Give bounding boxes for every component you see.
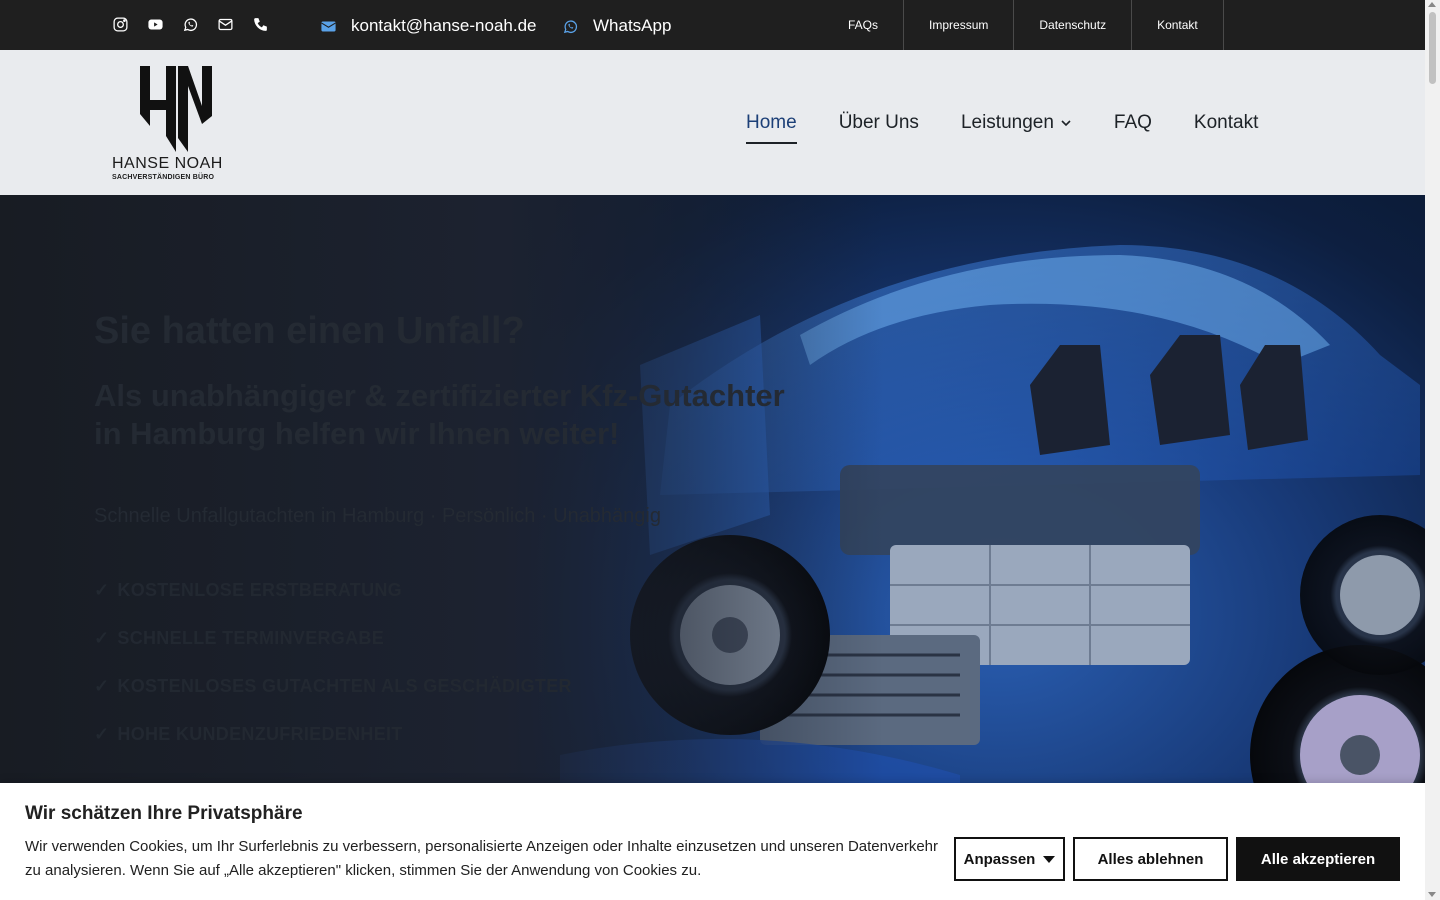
check-icon: ✓ — [94, 580, 110, 600]
phone-icon[interactable] — [252, 16, 269, 33]
main-nav: Home Über Uns Leistungen FAQ Kontakt — [746, 112, 1258, 144]
hero-text: Sie hatten einen Unfall? Als unabhängige… — [94, 310, 814, 528]
page-scrollbar[interactable] — [1425, 0, 1440, 900]
accept-all-button[interactable]: Alle akzeptieren — [1236, 837, 1400, 881]
site-header: HANSE NOAH SACHVERSTÄNDIGEN BÜRO Home Üb… — [0, 50, 1425, 195]
nav-faq[interactable]: FAQ — [1114, 112, 1152, 144]
nav-kontakt[interactable]: Kontakt — [1194, 112, 1258, 144]
site-logo[interactable]: HANSE NOAH SACHVERSTÄNDIGEN BÜRO — [112, 66, 234, 181]
check-icon: ✓ — [94, 628, 110, 648]
whatsapp-icon[interactable] — [182, 16, 199, 33]
chevron-down-icon — [1061, 120, 1071, 127]
benefit-item: ✓ HOHE KUNDENZUFRIEDENHEIT — [94, 724, 572, 772]
envelope-icon — [321, 21, 336, 31]
toplink-kontakt[interactable]: Kontakt — [1132, 0, 1224, 50]
cookie-text: Wir verwenden Cookies, um Ihr Surferlebn… — [25, 838, 938, 879]
customize-button[interactable]: Anpassen — [954, 837, 1065, 881]
nav-home[interactable]: Home — [746, 112, 797, 144]
nav-ueber-uns[interactable]: Über Uns — [839, 112, 919, 144]
benefit-item: ✓ KOSTENLOSE ERSTBERATUNG — [94, 580, 572, 628]
whatsapp-icon — [563, 19, 578, 33]
caret-down-icon — [1043, 855, 1056, 863]
scroll-up-arrow-icon[interactable] — [1428, 2, 1436, 7]
hero-lead: Schnelle Unfallgutachten in Hamburg · Pe… — [94, 505, 661, 527]
social-links — [112, 16, 269, 33]
youtube-icon[interactable] — [147, 16, 164, 33]
hero-subtitle: Als unabhängiger & zertifizierter Kfz-Gu… — [94, 378, 785, 451]
reject-all-button[interactable]: Alles ablehnen — [1073, 837, 1228, 881]
benefit-item: ✓ KOSTENLOSES GUTACHTEN ALS GESCHÄDIGTER — [94, 676, 572, 724]
toplink-faqs[interactable]: FAQs — [823, 0, 905, 50]
email-text: kontakt@hanse-noah.de — [351, 16, 537, 35]
logo-name: HANSE NOAH — [112, 155, 223, 172]
benefit-item: ✓ SCHNELLE TERMINVERGABE — [94, 628, 572, 676]
hero-title: Sie hatten einen Unfall? — [94, 310, 525, 352]
check-icon: ✓ — [94, 724, 110, 744]
hn-logo-mark — [140, 66, 212, 152]
scroll-down-arrow-icon[interactable] — [1428, 892, 1436, 897]
email-link[interactable]: kontakt@hanse-noah.de — [320, 16, 537, 36]
top-links: FAQs Impressum Datenschutz Kontakt — [823, 0, 1224, 50]
cookie-banner: Wir schätzen Ihre Privatsphäre Wir verwe… — [0, 783, 1425, 900]
toplink-impressum[interactable]: Impressum — [904, 0, 1015, 50]
whatsapp-text: WhatsApp — [593, 16, 672, 35]
cookie-title: Wir schätzen Ihre Privatsphäre — [25, 803, 303, 824]
logo-subtitle: SACHVERSTÄNDIGEN BÜRO — [112, 174, 215, 181]
toplink-datenschutz[interactable]: Datenschutz — [1014, 0, 1133, 50]
scrollbar-thumb[interactable] — [1429, 12, 1436, 84]
whatsapp-link[interactable]: WhatsApp — [562, 16, 671, 36]
hero-section: Sie hatten einen Unfall? Als unabhängige… — [0, 195, 1425, 785]
mail-icon[interactable] — [217, 16, 234, 33]
top-bar: kontakt@hanse-noah.de WhatsApp FAQs Impr… — [0, 0, 1425, 50]
nav-leistungen[interactable]: Leistungen — [961, 112, 1072, 144]
benefits-list: ✓ KOSTENLOSE ERSTBERATUNG ✓ SCHNELLE TERMI… — [94, 580, 572, 772]
instagram-icon[interactable] — [112, 16, 129, 33]
check-icon: ✓ — [94, 676, 110, 696]
